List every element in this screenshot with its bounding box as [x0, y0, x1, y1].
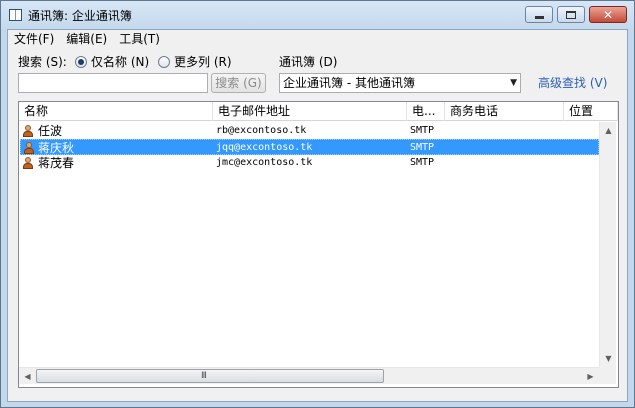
- list-header: 名称 电子邮件地址 电... 商务电话 位置: [19, 102, 618, 121]
- advanced-find-link[interactable]: 高级查找 (V): [538, 76, 607, 90]
- scroll-down-icon[interactable]: ▼: [600, 350, 617, 367]
- close-button[interactable]: ✕: [589, 6, 627, 23]
- table-row[interactable]: 蒋庆秋 jqq@excontoso.tk SMTP: [20, 139, 599, 155]
- address-book-window: 通讯簿: 企业通讯簿 ✕ 文件(F) 编辑(E) 工具(T) 搜索 (S): 仅…: [0, 0, 635, 408]
- contact-name: 蒋茂春: [38, 156, 75, 170]
- person-icon: [23, 125, 33, 137]
- column-header-type[interactable]: 电...: [407, 102, 445, 121]
- grip-icon: III: [201, 371, 207, 381]
- menu-edit[interactable]: 编辑(E): [60, 30, 113, 48]
- contact-name: 任波: [38, 124, 63, 138]
- menu-tools[interactable]: 工具(T): [113, 30, 166, 48]
- chevron-down-icon: ▼: [510, 78, 517, 88]
- close-icon: ✕: [602, 7, 614, 22]
- search-label: 搜索 (S):: [18, 55, 67, 69]
- contact-type: SMTP: [410, 157, 435, 168]
- radio-more-columns[interactable]: [158, 56, 170, 68]
- scroll-right-icon[interactable]: ▶: [582, 368, 599, 385]
- maximize-icon: [566, 10, 576, 19]
- radio-name-only[interactable]: [75, 56, 87, 68]
- title-bar[interactable]: 通讯簿: 企业通讯簿 ✕: [1, 1, 634, 29]
- search-button[interactable]: 搜索 (G): [211, 73, 266, 93]
- contact-email: jqq@excontoso.tk: [216, 142, 313, 153]
- menu-bar: 文件(F) 编辑(E) 工具(T): [8, 30, 627, 48]
- table-row[interactable]: 蒋茂春 jmc@excontoso.tk SMTP: [20, 155, 599, 171]
- radio-name-only-label[interactable]: 仅名称 (N): [91, 55, 149, 69]
- contact-email: rb@excontoso.tk: [216, 125, 307, 136]
- column-header-email[interactable]: 电子邮件地址: [213, 102, 407, 121]
- table-row[interactable]: 任波 rb@excontoso.tk SMTP: [20, 123, 599, 139]
- column-header-location[interactable]: 位置: [564, 102, 618, 121]
- radio-more-columns-label[interactable]: 更多列 (R): [174, 55, 232, 69]
- contact-list[interactable]: 名称 电子邮件地址 电... 商务电话 位置 任波 rb@excontoso.t…: [18, 101, 619, 388]
- contact-name: 蒋庆秋: [38, 141, 75, 155]
- person-icon: [23, 157, 33, 169]
- search-input[interactable]: [18, 73, 208, 93]
- client-area: 文件(F) 编辑(E) 工具(T) 搜索 (S): 仅名称 (N) 更多列 (R…: [7, 29, 628, 402]
- radio-selected-dot: [78, 59, 84, 65]
- vertical-scrollbar[interactable]: ▲ ▼: [599, 122, 616, 367]
- contact-type: SMTP: [410, 125, 435, 136]
- window-title: 通讯簿: 企业通讯簿: [28, 9, 132, 23]
- address-book-dropdown[interactable]: 企业通讯簿 - 其他通讯簿 ▼: [279, 73, 521, 93]
- contact-type: SMTP: [410, 142, 435, 153]
- person-icon: [24, 142, 34, 154]
- maximize-button[interactable]: [557, 6, 585, 23]
- minimize-button[interactable]: [525, 6, 553, 23]
- column-header-name[interactable]: 名称: [19, 102, 213, 121]
- menu-file[interactable]: 文件(F): [8, 30, 60, 48]
- scroll-up-icon[interactable]: ▲: [600, 122, 617, 139]
- horizontal-scrollbar[interactable]: ◀ III ▶: [19, 367, 599, 384]
- horizontal-scroll-thumb[interactable]: III: [36, 369, 384, 383]
- column-header-phone[interactable]: 商务电话: [445, 102, 564, 121]
- contact-email: jmc@excontoso.tk: [216, 157, 313, 168]
- address-book-icon: [9, 9, 22, 21]
- address-book-selected: 企业通讯簿 - 其他通讯簿: [283, 76, 415, 90]
- scroll-left-icon[interactable]: ◀: [19, 368, 36, 385]
- address-book-label: 通讯簿 (D): [279, 55, 338, 69]
- scrollbar-corner: [599, 367, 616, 384]
- minimize-icon: [534, 16, 544, 19]
